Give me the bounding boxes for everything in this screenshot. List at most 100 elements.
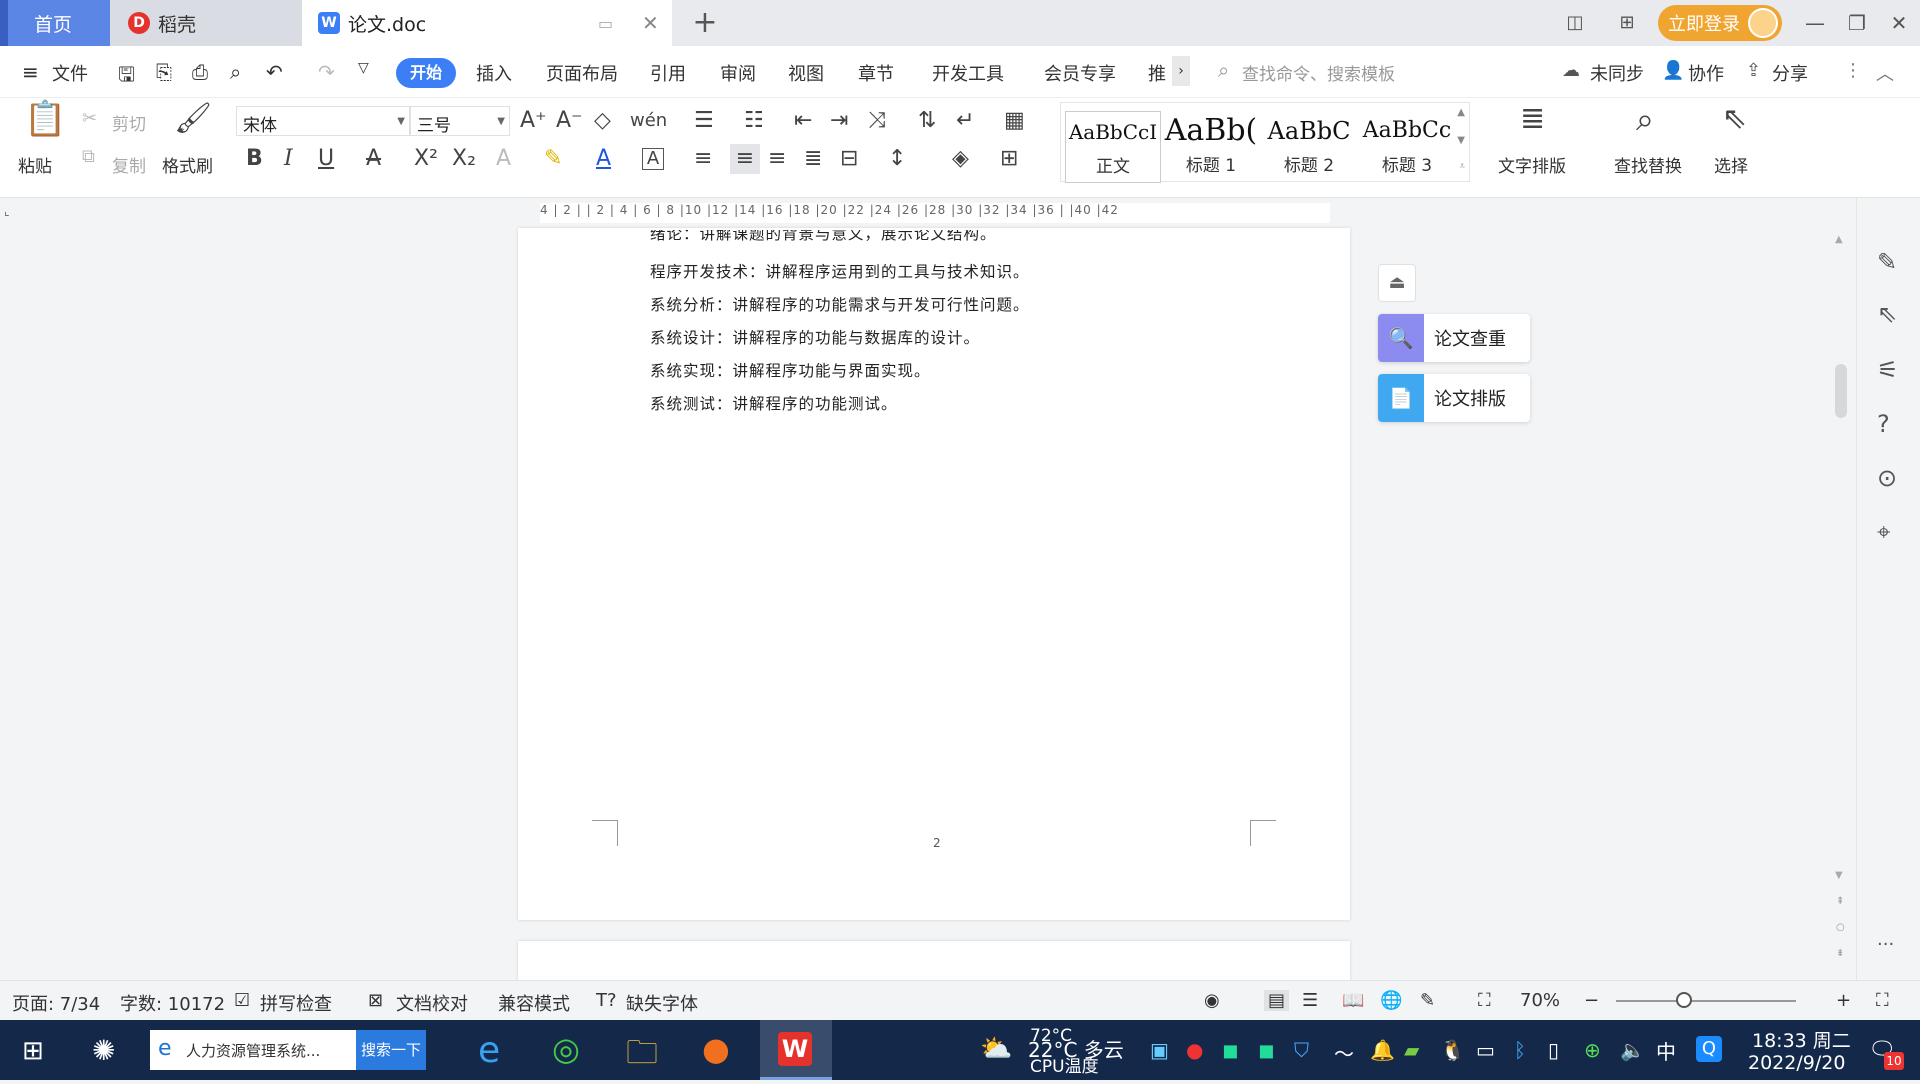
- zoom-level[interactable]: 70%: [1520, 990, 1560, 1011]
- menu-reference[interactable]: 引用: [650, 60, 686, 86]
- menu-insert[interactable]: 插入: [476, 60, 512, 86]
- usb-icon[interactable]: ▯: [1548, 1038, 1559, 1062]
- subscript-icon[interactable]: X₂: [452, 144, 476, 174]
- shading-icon[interactable]: ◈: [952, 144, 969, 174]
- more-options-icon[interactable]: ⋮: [1844, 60, 1862, 81]
- save-icon[interactable]: 🖫: [118, 60, 135, 94]
- bluetooth-icon[interactable]: ᛒ: [1514, 1038, 1526, 1062]
- tray-app-icon[interactable]: ▣: [1150, 1038, 1169, 1062]
- next-page-icon[interactable]: ⇟: [1836, 948, 1844, 959]
- text-effect-icon[interactable]: A: [496, 144, 511, 174]
- windows-start-icon[interactable]: ⊞: [22, 1036, 44, 1066]
- clock-time[interactable]: 18:33 周二: [1752, 1026, 1851, 1053]
- write-view-icon[interactable]: ✎: [1420, 990, 1435, 1011]
- read-view-icon[interactable]: 📖: [1342, 990, 1364, 1011]
- command-search-input[interactable]: 查找命令、搜索模板: [1242, 60, 1395, 85]
- paper-format-button[interactable]: 📄 论文排版: [1378, 374, 1530, 422]
- justify-icon[interactable]: ≣: [804, 144, 822, 174]
- format-painter-icon[interactable]: 🖌: [174, 104, 212, 134]
- styles-scroll-down-icon[interactable]: ▼: [1457, 135, 1465, 146]
- tab-daoke[interactable]: D 稻壳: [110, 0, 302, 46]
- font-color-icon[interactable]: A: [596, 144, 611, 174]
- fullscreen-icon[interactable]: ⛶: [1876, 990, 1889, 1011]
- redo-icon[interactable]: ↷: [318, 60, 335, 84]
- bullet-list-icon[interactable]: ☰: [694, 106, 714, 136]
- unsynced-button[interactable]: 未同步: [1590, 60, 1644, 86]
- menu-review[interactable]: 审阅: [720, 60, 756, 86]
- menu-view[interactable]: 视图: [788, 60, 824, 86]
- login-button[interactable]: 立即登录: [1658, 5, 1782, 41]
- taskbar-search-button[interactable]: 搜索一下: [356, 1030, 426, 1070]
- shield-icon[interactable]: ⛉: [1294, 1038, 1309, 1062]
- bold-icon[interactable]: B: [246, 144, 263, 174]
- undo-icon[interactable]: ↶: [266, 60, 283, 84]
- menu-layout[interactable]: 页面布局: [546, 60, 618, 86]
- collapse-ribbon-icon[interactable]: ︿: [1876, 60, 1894, 86]
- wps-taskbar-button[interactable]: W: [760, 1020, 832, 1080]
- plus-tray-icon[interactable]: ⊕: [1584, 1038, 1601, 1062]
- text-layout-icon[interactable]: ≣: [1520, 104, 1545, 134]
- decrease-indent-icon[interactable]: ⇤: [794, 106, 812, 136]
- zoom-slider-track[interactable]: [1616, 1000, 1796, 1002]
- increase-indent-icon[interactable]: ⇥: [830, 106, 848, 136]
- highlight-icon[interactable]: ✎: [544, 144, 562, 174]
- help-icon[interactable]: ?: [1877, 410, 1890, 438]
- styles-scroll-up-icon[interactable]: ▲: [1457, 107, 1465, 118]
- wifi-icon[interactable]: 〜: [1334, 1038, 1354, 1067]
- italic-icon[interactable]: I: [284, 144, 293, 174]
- select-cursor-icon[interactable]: ⇖: [1722, 104, 1747, 134]
- numbered-list-icon[interactable]: ☷: [744, 106, 764, 136]
- text-layout-button[interactable]: 文字排版: [1498, 152, 1566, 177]
- green-browser-icon[interactable]: ◎: [552, 1030, 580, 1068]
- ruler-scale[interactable]: 4 | 2 | | 2 | 4 | 6 | 8 |10 |12 |14 |16 …: [540, 203, 1330, 223]
- find-replace-icon[interactable]: ⌕: [1636, 103, 1654, 135]
- tab-stop-icon[interactable]: ⌞: [4, 204, 10, 218]
- menu-scroll-right-icon[interactable]: ›: [1172, 56, 1190, 86]
- ie-browser-icon[interactable]: e: [478, 1030, 500, 1071]
- collapse-panel-button[interactable]: ⏏: [1378, 264, 1416, 302]
- vertical-scrollbar[interactable]: ▲ ▼ ⇞ ○ ⇟: [1832, 228, 1850, 980]
- style-heading2[interactable]: AaBbC 标题 2: [1261, 111, 1357, 183]
- web-view-icon[interactable]: 🌐: [1380, 990, 1402, 1011]
- q-tray-icon[interactable]: Q: [1696, 1036, 1722, 1062]
- paste-button[interactable]: 粘贴: [18, 152, 52, 177]
- tab-home[interactable]: 首页: [0, 0, 110, 46]
- scroll-down-icon[interactable]: ▼: [1835, 870, 1843, 881]
- page-view-icon[interactable]: ▤: [1264, 990, 1290, 1011]
- minimize-icon[interactable]: —: [1800, 8, 1830, 38]
- menu-member[interactable]: 会员专享: [1044, 60, 1116, 86]
- scroll-up-icon[interactable]: ▲: [1835, 234, 1843, 245]
- grow-font-icon[interactable]: A⁺: [520, 106, 547, 136]
- new-tab-button[interactable]: +: [690, 6, 720, 40]
- print-icon[interactable]: ⎙: [192, 60, 208, 84]
- paste-icon[interactable]: 📋: [24, 102, 66, 136]
- char-border-icon[interactable]: A: [642, 148, 664, 170]
- layout-icon[interactable]: ◫: [1560, 8, 1590, 38]
- apps-grid-icon[interactable]: ⊞: [1612, 8, 1642, 38]
- location-icon[interactable]: ⌖: [1877, 518, 1891, 546]
- close-window-icon[interactable]: ✕: [1884, 8, 1914, 38]
- shrink-font-icon[interactable]: A⁻: [556, 106, 583, 136]
- share-button[interactable]: 分享: [1772, 60, 1808, 86]
- style-heading1[interactable]: AaBb(标题 1: [1163, 111, 1259, 183]
- paper-check-button[interactable]: 🔍 论文查重: [1378, 314, 1530, 362]
- pinyin-guide-icon[interactable]: wén: [630, 106, 667, 136]
- volume-icon[interactable]: 🔈: [1620, 1038, 1645, 1062]
- doc-line[interactable]: 系统测试：讲解程序的功能测试。: [650, 392, 898, 414]
- tray-green2-icon[interactable]: ◼: [1258, 1038, 1275, 1062]
- menu-more[interactable]: 推: [1148, 60, 1166, 86]
- missing-font-button[interactable]: 缺失字体: [626, 990, 698, 1016]
- fit-page-icon[interactable]: ⛶: [1478, 990, 1491, 1011]
- text-direction-icon[interactable]: ⤨: [868, 106, 886, 136]
- pinwheel-app-icon[interactable]: ✺: [92, 1034, 115, 1067]
- strikethrough-icon[interactable]: A: [366, 144, 381, 174]
- more-icon[interactable]: ···: [1877, 934, 1894, 955]
- styles-expand-icon[interactable]: ⩡: [1459, 161, 1465, 172]
- doc-line[interactable]: 系统实现：讲解程序功能与界面实现。: [650, 359, 931, 381]
- compat-mode-label[interactable]: 兼容模式: [498, 990, 570, 1016]
- tray-red-icon[interactable]: ●: [1186, 1038, 1203, 1062]
- zoom-out-icon[interactable]: −: [1584, 990, 1599, 1011]
- settings-sliders-icon[interactable]: ⚟: [1877, 356, 1899, 384]
- distribute-icon[interactable]: ⊟: [840, 144, 858, 174]
- font-size-select[interactable]: 三号 ▼: [410, 106, 510, 136]
